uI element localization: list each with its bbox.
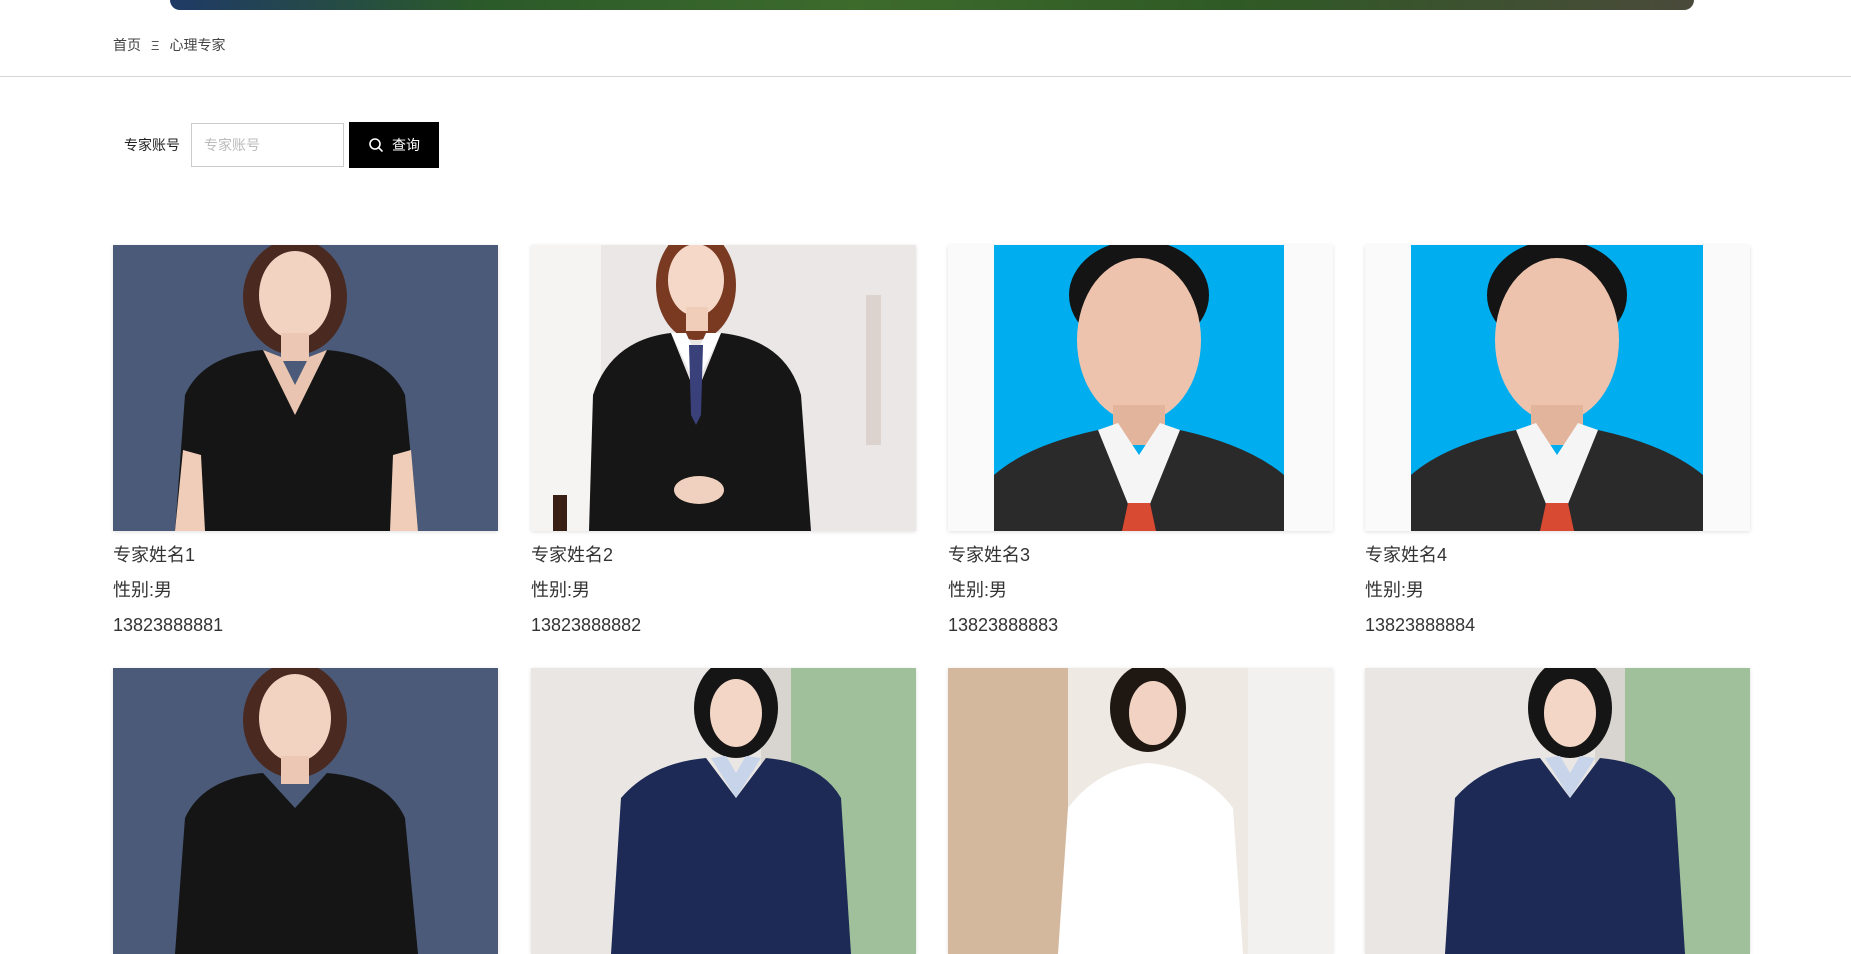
expert-account-input[interactable] [191,123,344,167]
expert-photo[interactable] [1365,245,1750,531]
breadcrumb: 首页 Ξ 心理专家 [113,35,225,55]
expert-photo[interactable] [113,245,498,531]
expert-phone: 13823888882 [531,615,642,635]
expert-photo[interactable] [1365,668,1750,954]
expert-phone: 13823888881 [113,615,224,635]
expert-gender: 性别:男 [531,580,591,600]
expert-name[interactable]: 专家姓名4 [1365,538,1750,573]
breadcrumb-current: 心理专家 [169,37,226,53]
expert-card[interactable]: 专家姓名1 性别:男 13823888881 [113,245,498,643]
header-divider [0,76,1851,77]
search-icon [368,137,384,153]
search-button[interactable]: 查询 [349,122,439,168]
expert-card[interactable] [948,668,1333,954]
search-bar: 专家账号 查询 [124,122,439,168]
top-banner-image [170,0,1694,10]
expert-card[interactable]: 专家姓名2 性别:男 13823888882 [531,245,916,643]
expert-name[interactable]: 专家姓名3 [948,538,1333,573]
breadcrumb-separator: Ξ [151,37,160,53]
expert-card[interactable]: 专家姓名3 性别:男 13823888883 [948,245,1333,643]
expert-name[interactable]: 专家姓名1 [113,538,498,573]
search-label: 专家账号 [124,137,180,153]
expert-card[interactable] [531,668,916,954]
expert-card[interactable]: 专家姓名4 性别:男 13823888884 [1365,245,1750,643]
expert-photo[interactable] [948,245,1333,531]
expert-photo[interactable] [113,668,498,954]
expert-phone: 13823888883 [948,615,1059,635]
breadcrumb-home-link[interactable]: 首页 [113,35,141,55]
expert-photo[interactable] [531,245,916,531]
expert-phone: 13823888884 [1365,615,1476,635]
expert-gender: 性别:男 [948,580,1008,600]
expert-name[interactable]: 专家姓名2 [531,538,916,573]
expert-gender: 性别:男 [1365,580,1425,600]
expert-card[interactable] [113,668,498,954]
expert-photo[interactable] [948,668,1333,954]
expert-gender: 性别:男 [113,580,173,600]
expert-photo[interactable] [531,668,916,954]
search-button-label: 查询 [392,137,420,153]
expert-card[interactable] [1365,668,1750,954]
